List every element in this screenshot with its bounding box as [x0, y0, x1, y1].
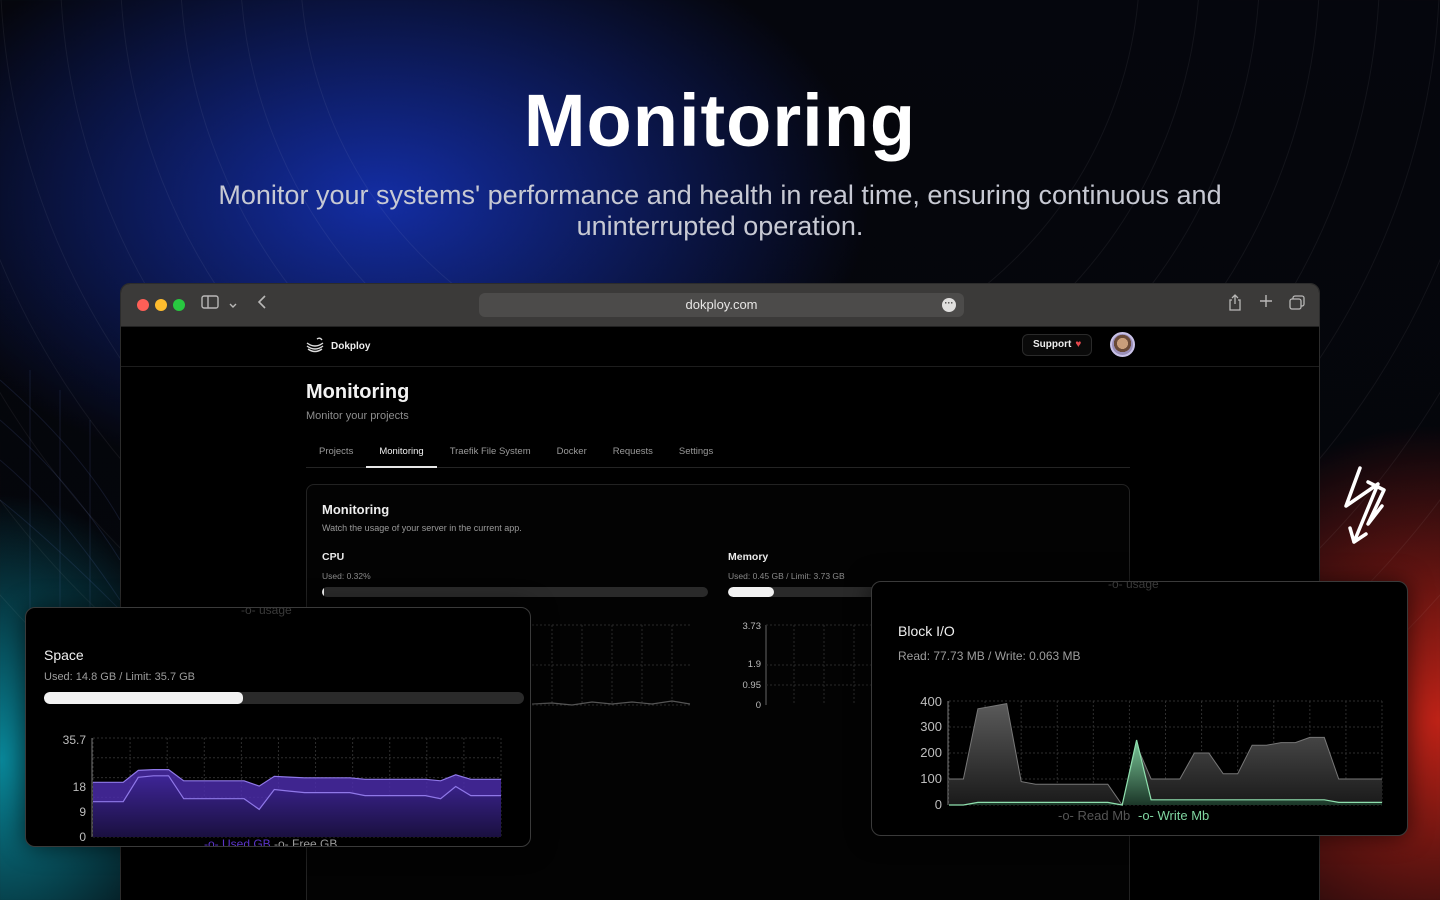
- tab-settings[interactable]: Settings: [666, 440, 726, 468]
- browser-titlebar: dokploy.com ···: [121, 284, 1319, 327]
- space-legend-free-label: Free GB: [292, 837, 337, 847]
- block-io-card: -o- usage Block I/O Read: 77.73 MB / Wri…: [871, 581, 1408, 836]
- space-progress-fill: [44, 692, 244, 704]
- io-ytick: 300: [920, 719, 942, 734]
- space-title: Space: [44, 647, 84, 663]
- blockio-legend-usage-faint: -o- usage: [1108, 581, 1159, 591]
- memory-ytick: 1.9: [748, 659, 761, 670]
- close-window-button[interactable]: [137, 299, 149, 311]
- sidebar-toggle-icon[interactable]: [201, 295, 219, 313]
- hero-title: Monitoring: [523, 79, 917, 162]
- cpu-progress-bar: [322, 587, 708, 597]
- cpu-chart: [532, 624, 691, 706]
- memory-used-text: Used: 0.45 GB / Limit: 3.73 GB: [728, 571, 845, 581]
- tab-requests[interactable]: Requests: [600, 440, 666, 468]
- tab-bar: Projects Monitoring Traefik File System …: [306, 440, 1130, 468]
- space-ytick: 0: [79, 830, 86, 844]
- page-title: Monitoring: [306, 381, 410, 403]
- space-progress-bar: [44, 692, 524, 704]
- memory-chart: 3.73 1.9 0.95 0: [743, 621, 874, 711]
- chevron-down-icon[interactable]: [229, 297, 237, 314]
- monitoring-card-title: Monitoring: [322, 502, 390, 517]
- io-legend-write-label: Write Mb: [1158, 808, 1210, 823]
- share-icon[interactable]: [1228, 294, 1242, 315]
- blockio-legend-usage-label: usage: [1126, 581, 1159, 591]
- cpu-progress-fill: [322, 587, 325, 597]
- space-legend-usage-faint: -o- usage: [241, 607, 292, 617]
- page-description: Monitor your projects: [306, 410, 409, 422]
- tab-docker[interactable]: Docker: [544, 440, 600, 468]
- memory-ytick: 0.95: [743, 680, 762, 691]
- dokploy-logo-icon: [306, 337, 324, 353]
- block-io-title: Block I/O: [898, 623, 955, 639]
- space-ytick: 35.7: [63, 733, 87, 747]
- space-used-text: Used: 14.8 GB / Limit: 35.7 GB: [44, 671, 196, 683]
- space-legend-free: -o- Free GB: [274, 837, 337, 847]
- io-ytick: 100: [920, 771, 942, 786]
- support-button[interactable]: Support ♥: [1022, 334, 1093, 356]
- tab-traefik-file-system[interactable]: Traefik File System: [437, 440, 544, 468]
- new-tab-icon[interactable]: [1259, 294, 1273, 312]
- heart-icon: ♥: [1075, 339, 1082, 350]
- space-legend-used-label: Used GB: [222, 837, 271, 847]
- io-legend-read: -o- Read Mb: [1058, 808, 1130, 823]
- block-io-sub-text: Read: 77.73 MB / Write: 0.063 MB: [898, 649, 1081, 663]
- tab-monitoring[interactable]: Monitoring: [366, 440, 437, 468]
- url-text: dokploy.com: [685, 297, 758, 312]
- space-card: -o- usage Space Used: 14.8 GB / Limit: 3…: [25, 607, 531, 847]
- support-label: Support: [1033, 339, 1072, 350]
- io-ytick: 200: [920, 745, 942, 760]
- user-avatar[interactable]: [1110, 332, 1135, 357]
- monitoring-card-description: Watch the usage of your server in the cu…: [322, 523, 522, 533]
- memory-label: Memory: [728, 551, 769, 563]
- memory-ytick: 0: [756, 700, 761, 711]
- block-io-chart: 400 300 200 100 0 -o- Read Mb -o- Write …: [920, 694, 1383, 823]
- space-legend-used: -o- Used GB: [204, 837, 271, 847]
- tab-projects[interactable]: Projects: [306, 440, 366, 468]
- app-logo-text: Dokploy: [331, 340, 371, 352]
- back-icon[interactable]: [257, 295, 267, 313]
- more-icon[interactable]: ···: [942, 298, 956, 312]
- cpu-used-text: Used: 0.32%: [322, 571, 371, 581]
- io-ytick: 0: [935, 797, 942, 812]
- io-ytick: 400: [920, 694, 942, 709]
- memory-progress-fill: [728, 587, 775, 597]
- url-bar[interactable]: dokploy.com ···: [479, 293, 964, 317]
- app-header: Dokploy Support ♥: [121, 327, 1319, 367]
- app-logo[interactable]: Dokploy: [305, 337, 370, 355]
- space-ytick: 18: [73, 780, 87, 794]
- hero-subtitle: Monitor your systems' performance and he…: [218, 180, 1222, 241]
- maximize-window-button[interactable]: [173, 299, 185, 311]
- cpu-label: CPU: [322, 551, 345, 563]
- io-legend-write: -o- Write Mb: [1138, 808, 1209, 823]
- io-legend-read-label: Read Mb: [1078, 808, 1131, 823]
- scribble-arrow-icon: [1344, 466, 1386, 544]
- memory-ytick: 3.73: [743, 621, 762, 632]
- space-legend-usage-label: usage: [259, 607, 292, 617]
- space-chart: 35.7 18 9 0 -o- Used GB -o- Free GB: [63, 733, 502, 847]
- tab-overview-icon[interactable]: [1289, 295, 1305, 314]
- space-ytick: 9: [79, 805, 86, 819]
- minimize-window-button[interactable]: [155, 299, 167, 311]
